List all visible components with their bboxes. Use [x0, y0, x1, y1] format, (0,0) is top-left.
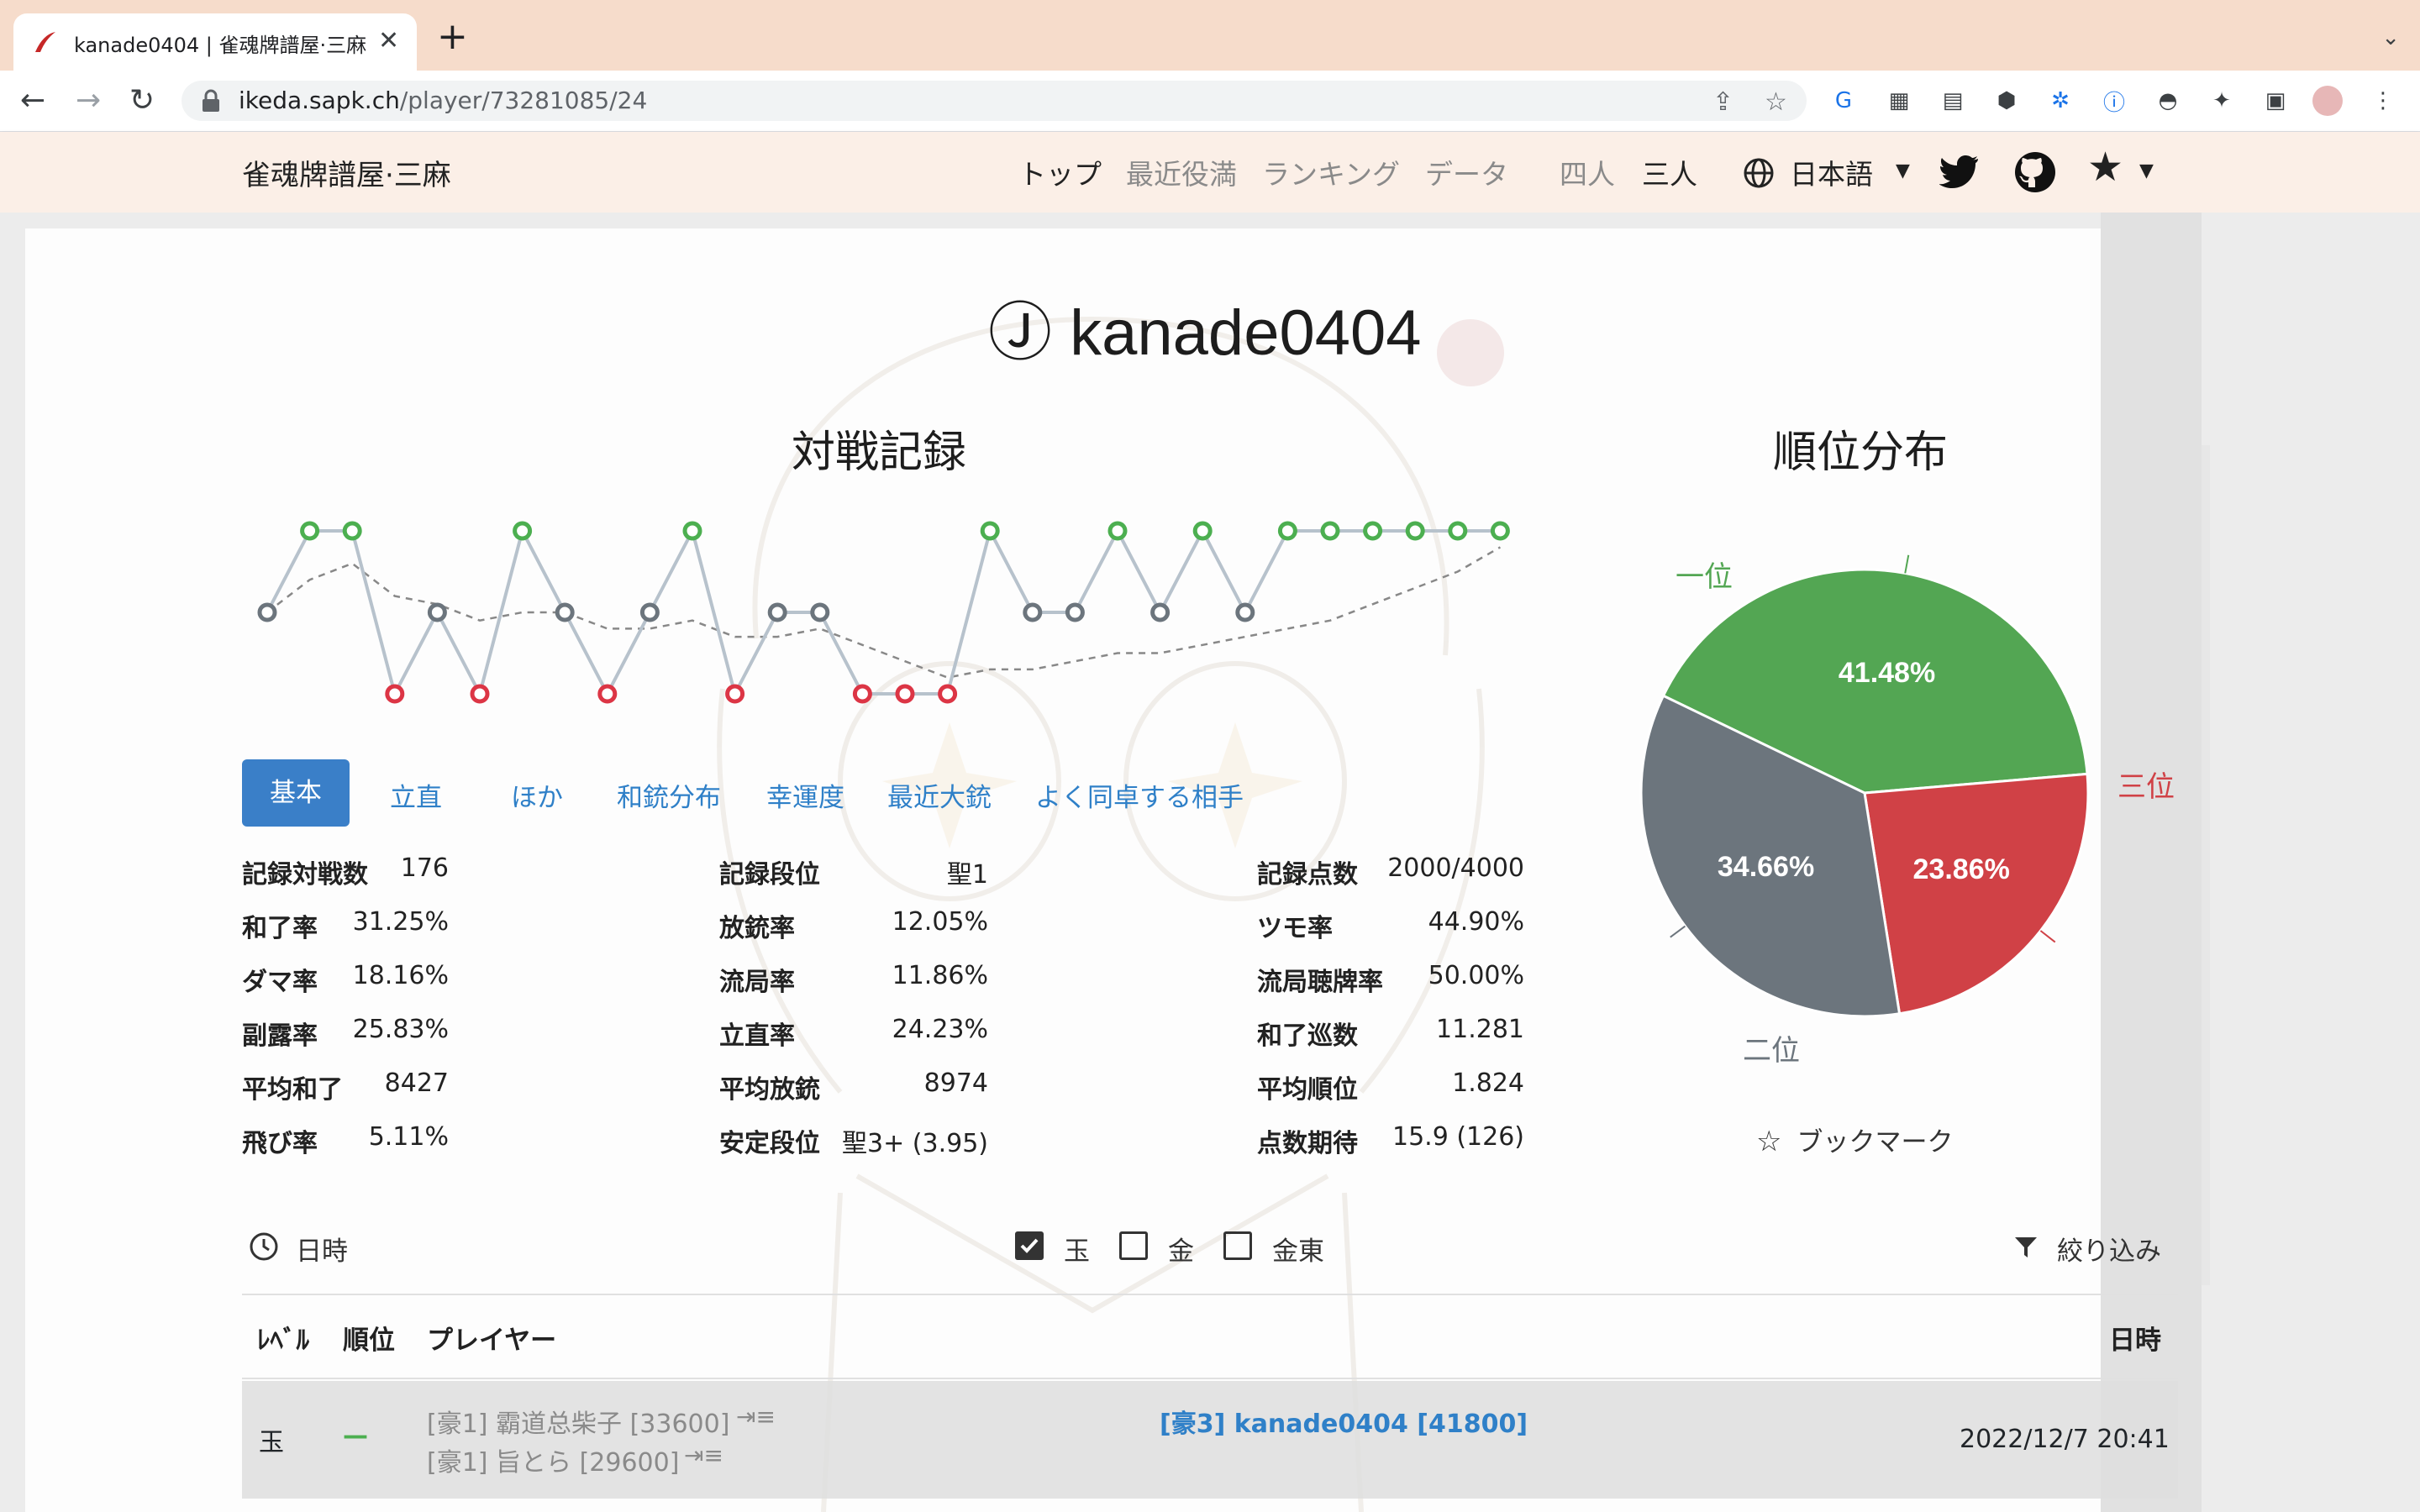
header-date[interactable]: 日時 — [2109, 1319, 2161, 1357]
stat-label: 飛び率 — [242, 1129, 318, 1158]
pie-label-leader — [1670, 925, 1686, 938]
stat-label: ダマ率 — [242, 968, 318, 997]
stat-value: 176 — [400, 853, 449, 883]
stat-value: 31.25% — [352, 907, 449, 937]
row-date: 2022/12/7 20:41 — [1960, 1425, 2170, 1454]
stat-label: ツモ率 — [1257, 914, 1333, 943]
row-self-player[interactable]: [豪3] kanade0404 [41800] — [1160, 1403, 1528, 1440]
tab-frequent-opponents[interactable]: よく同卓する相手 — [1035, 776, 1244, 814]
row-rank: — — [343, 1421, 368, 1451]
tab-other[interactable]: ほか — [511, 776, 563, 814]
stat-value: 8974 — [923, 1068, 988, 1098]
stat-label: 安定段位 — [719, 1129, 820, 1158]
tab-luck[interactable]: 幸運度 — [766, 776, 844, 814]
bookmark-star-icon: ☆ — [1756, 1125, 1782, 1158]
row-opponent[interactable]: [豪1] 霸道总柴子 [33600] — [427, 1403, 729, 1440]
stat-label: 流局率 — [719, 968, 795, 997]
pie-label-leader — [1904, 554, 1910, 574]
pie-slice-label: 一位 — [1676, 560, 1733, 594]
stat-value: 2000/4000 — [1387, 853, 1524, 883]
tab-basic[interactable]: 基本 — [242, 759, 350, 827]
bookmark-label: ブックマーク — [1797, 1127, 1954, 1158]
header-rank[interactable]: 順位 — [343, 1319, 395, 1357]
header-level[interactable]: ﾚﾍﾞﾙ — [257, 1319, 309, 1357]
rank-pie-chart: 41.48% 一位 23.86% 三位 34.66% 二位 — [1639, 554, 2175, 1068]
stat-value: 1.824 — [1452, 1068, 1524, 1098]
row-opponent[interactable]: [豪1] 旨とら [29600] — [427, 1441, 679, 1478]
checkbox-kin-east[interactable] — [1223, 1231, 1252, 1260]
stat-label: 平均順位 — [1257, 1075, 1358, 1105]
pie-slice-label: 二位 — [1743, 1034, 1800, 1068]
stat-value: 12.05% — [892, 907, 988, 937]
filter-funnel-icon[interactable] — [2013, 1235, 2039, 1260]
bookmark-button[interactable]: ☆ ブックマーク — [1756, 1121, 1953, 1158]
stat-value: 聖1 — [946, 860, 988, 890]
checkbox-label: 金 — [1168, 1236, 1194, 1267]
stat-label: 副露率 — [242, 1021, 318, 1051]
row-level: 玉 — [259, 1428, 284, 1457]
stat-value: 11.86% — [892, 961, 988, 990]
stat-value: 25.83% — [352, 1015, 449, 1044]
pie-label-leader — [2039, 930, 2056, 943]
clock-icon — [250, 1232, 278, 1261]
date-sort-label[interactable]: 日時 — [296, 1230, 348, 1268]
header-players: プレイヤー — [427, 1326, 557, 1356]
checkbox-kin[interactable] — [1119, 1231, 1148, 1260]
pie-slice — [1863, 772, 2090, 1016]
stat-value: 8427 — [384, 1068, 449, 1098]
stat-label: 平均放銃 — [719, 1075, 820, 1105]
checkbox-gyoku[interactable] — [1015, 1231, 1044, 1260]
stat-label: 記録点数 — [1257, 860, 1358, 890]
stat-value: 15.9 (126) — [1392, 1122, 1524, 1152]
stat-label: 記録段位 — [719, 860, 820, 890]
stat-label: 点数期待 — [1257, 1129, 1358, 1158]
stat-label: 放銃率 — [719, 914, 795, 943]
pie-percent-label: 23.86% — [1913, 853, 2010, 885]
tab-riichi[interactable]: 立直 — [390, 776, 442, 814]
pie-percent-label: 41.48% — [1839, 657, 1935, 689]
checkbox-label: 金東 — [1272, 1236, 1324, 1267]
stat-label: 和了率 — [242, 914, 318, 943]
narrow-down-button[interactable]: 絞り込み — [2057, 1230, 2161, 1268]
pie-slice-label: 三位 — [2118, 770, 2175, 804]
stat-label: 流局聴牌率 — [1257, 968, 1383, 997]
opponent-link-icon[interactable]: ⇥≡ — [736, 1403, 776, 1431]
table-row[interactable] — [242, 1381, 2178, 1499]
stat-value: 50.00% — [1428, 961, 1524, 990]
stat-value: 5.11% — [368, 1122, 449, 1152]
checkbox-label: 玉 — [1064, 1236, 1090, 1267]
check-icon — [1020, 1238, 1039, 1253]
tab-win-deal-distribution[interactable]: 和銃分布 — [617, 776, 721, 814]
stat-value: 聖3+ (3.95) — [842, 1129, 988, 1158]
pie-percent-label: 34.66% — [1718, 851, 1814, 883]
stat-label: 和了巡数 — [1257, 1021, 1358, 1051]
stat-value: 44.90% — [1428, 907, 1524, 937]
stat-value: 24.23% — [892, 1015, 988, 1044]
tab-recent-big-deal[interactable]: 最近大銃 — [887, 776, 992, 814]
opponent-link-icon[interactable]: ⇥≡ — [684, 1441, 723, 1469]
divider — [242, 1378, 2178, 1379]
stat-value: 11.281 — [1436, 1015, 1524, 1044]
stat-value: 18.16% — [352, 961, 449, 990]
stat-label: 立直率 — [719, 1021, 795, 1051]
divider — [242, 1294, 2178, 1295]
